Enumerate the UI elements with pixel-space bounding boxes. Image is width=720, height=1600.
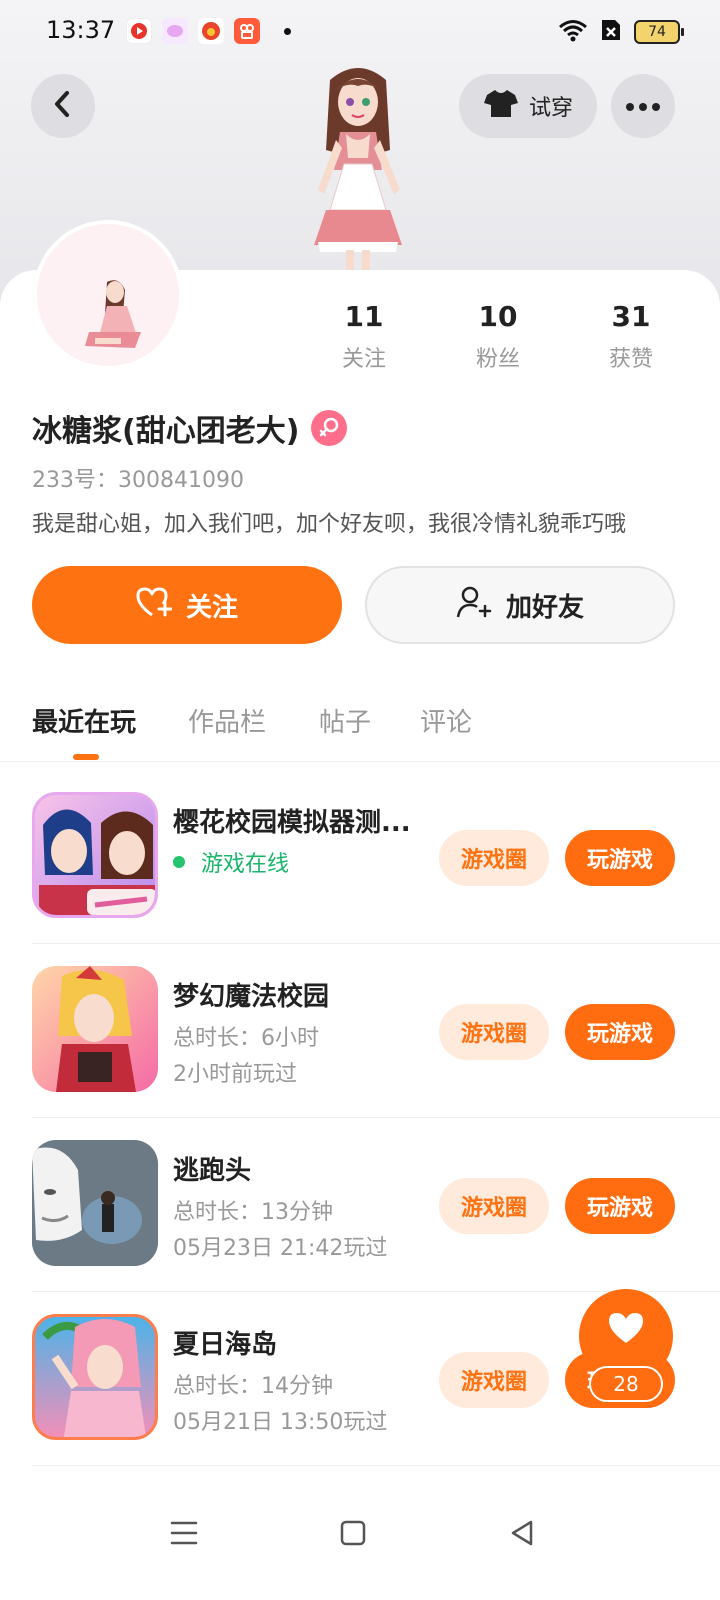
female-gender-icon — [311, 410, 348, 446]
video-app-icon — [126, 18, 152, 44]
chevron-left-icon — [51, 90, 75, 122]
try-on-button[interactable]: 试穿 — [459, 74, 597, 138]
user-bio: 我是甜心姐，加入我们吧，加个好友呗，我很冷情礼貌乖巧哦 — [32, 512, 627, 537]
play-game-button[interactable]: 玩游戏 — [565, 830, 675, 886]
row-divider — [32, 1465, 720, 1466]
heart-icon — [607, 1311, 645, 1349]
more-options-button[interactable] — [611, 74, 675, 138]
tab-active-indicator — [73, 754, 99, 760]
game-circle-button[interactable]: 游戏圈 — [439, 1352, 549, 1408]
game-duration: 总时长：14分钟 — [173, 1374, 333, 1399]
add-friend-label: 加好友 — [505, 592, 584, 623]
game-row[interactable]: 樱花校园模拟器测... 游戏在线 游戏圈 玩游戏 — [0, 770, 720, 944]
notification-icons — [126, 18, 291, 44]
status-bar: 13:37 74 — [0, 0, 720, 64]
battery-indicator: 74 — [634, 20, 684, 44]
online-dot-icon — [173, 856, 185, 868]
triangle-back-icon — [509, 1519, 535, 1551]
back-button[interactable] — [31, 74, 95, 138]
game-icon-magic-school[interactable] — [32, 966, 158, 1092]
stat-following-value: 11 — [344, 300, 384, 333]
add-friend-button[interactable]: 加好友 — [365, 566, 675, 644]
avatar-character-3d — [278, 60, 438, 275]
stat-likes-value: 31 — [611, 300, 651, 333]
game-title: 樱花校园模拟器测... — [173, 808, 411, 838]
play-game-button[interactable]: 玩游戏 — [565, 1004, 675, 1060]
name-row: 冰糖浆(甜心团老大) — [32, 406, 348, 450]
game-last-played: 05月23日 21:42玩过 — [173, 1236, 388, 1261]
stat-following-label: 关注 — [341, 347, 386, 372]
stat-followers-label: 粉丝 — [475, 347, 520, 372]
tab-comments[interactable]: 评论 — [420, 702, 472, 739]
game-duration: 总时长：13分钟 — [173, 1200, 333, 1225]
stat-followers-value: 10 — [478, 300, 518, 333]
follow-label: 关注 — [185, 592, 238, 623]
follow-button[interactable]: 关注 — [32, 566, 342, 644]
tab-recently-played[interactable]: 最近在玩 — [32, 702, 136, 739]
game-row[interactable]: 逃跑头 总时长：13分钟 05月23日 21:42玩过 游戏圈 玩游戏 — [0, 1118, 720, 1292]
game-circle-button[interactable]: 游戏圈 — [439, 1178, 549, 1234]
game-last-played: 05月21日 13:50玩过 — [173, 1410, 388, 1435]
game-icon-escape-head[interactable] — [32, 1140, 158, 1266]
user-avatar[interactable] — [33, 220, 183, 370]
like-count: 28 — [589, 1366, 663, 1402]
game-duration: 总时长：6小时 — [173, 1026, 319, 1051]
game-title: 逃跑头 — [173, 1156, 252, 1186]
stat-likes-label: 获赞 — [608, 347, 653, 372]
kuaishou-app-icon — [234, 18, 260, 44]
tab-works[interactable]: 作品栏 — [188, 702, 266, 739]
menu-lines-icon — [170, 1520, 198, 1550]
home-nav-button[interactable] — [328, 1510, 378, 1560]
game-icon-summer-island[interactable] — [32, 1314, 158, 1440]
sim-off-icon — [600, 18, 622, 46]
game-title: 梦幻魔法校园 — [173, 982, 330, 1012]
game-circle-button[interactable]: 游戏圈 — [439, 830, 549, 886]
profile-tabs: 最近在玩 作品栏 帖子 评论 — [0, 690, 720, 762]
user-id: 233号：300841090 — [32, 468, 244, 493]
tab-posts[interactable]: 帖子 — [319, 702, 371, 739]
stat-following[interactable]: 11 关注 — [314, 300, 414, 373]
shirt-icon — [483, 88, 519, 124]
game-row[interactable]: 梦幻魔法校园 总时长：6小时 2小时前玩过 游戏圈 玩游戏 — [0, 944, 720, 1118]
play-game-button[interactable]: 玩游戏 — [565, 1178, 675, 1234]
square-home-icon — [340, 1520, 366, 1550]
add-user-icon — [456, 585, 492, 626]
system-nav-bar — [0, 1480, 720, 1600]
wifi-icon — [558, 18, 588, 46]
menu-nav-button[interactable] — [159, 1510, 209, 1560]
game-online-status: 游戏在线 — [173, 846, 289, 878]
game-circle-button[interactable]: 游戏圈 — [439, 1004, 549, 1060]
back-nav-button[interactable] — [497, 1510, 547, 1560]
status-time: 13:37 — [46, 16, 116, 44]
more-notifications-dot — [284, 27, 291, 35]
game-title: 夏日海岛 — [173, 1330, 278, 1360]
chat-app-icon — [162, 18, 188, 44]
stat-likes[interactable]: 31 获赞 — [581, 300, 681, 373]
user-name: 冰糖浆(甜心团老大) — [32, 414, 300, 449]
stat-followers[interactable]: 10 粉丝 — [448, 300, 548, 373]
heart-plus-icon — [136, 586, 173, 625]
try-on-label: 试穿 — [528, 96, 573, 121]
more-dots-icon — [625, 97, 661, 116]
status-right: 74 — [558, 18, 684, 46]
game-last-played: 2小时前玩过 — [173, 1062, 297, 1087]
game-online-label: 游戏在线 — [201, 852, 290, 877]
game-icon-sakura-school[interactable] — [32, 792, 158, 918]
weibo-app-icon — [198, 18, 224, 44]
